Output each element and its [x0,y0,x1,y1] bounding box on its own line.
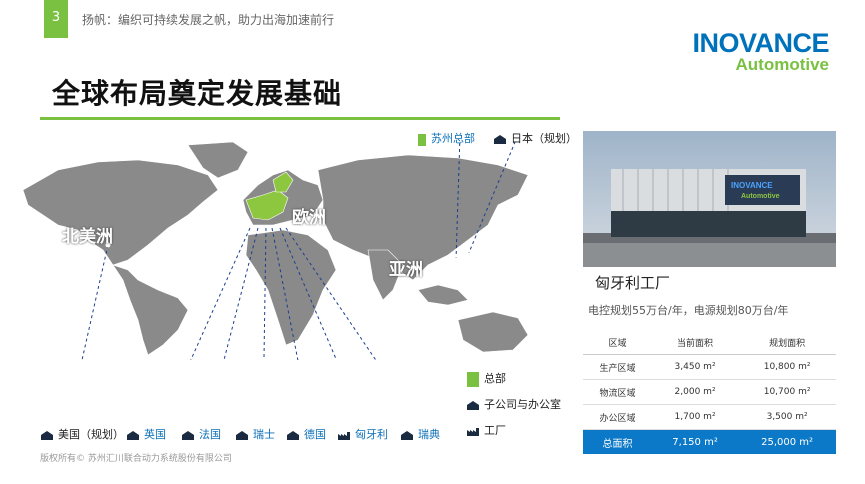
table-cell: 1,700 m² [651,404,739,430]
table-cell: 3,500 m² [738,404,836,430]
label-usa: 美国（规划） [40,426,124,442]
title-underline [40,117,560,120]
factory-icon [338,432,350,440]
office-icon [236,431,248,440]
slide-subtitle: 扬帆：编织可持续发展之帆，助力出海加速前行 [82,13,335,27]
table-cell: 7,150 m² [651,429,739,454]
slide-number: 3 [44,0,68,38]
southeast-asia-shape [417,284,469,306]
photo-sign-inovance: INOVANCE [731,181,773,190]
legend-hq: 总部 [466,370,506,387]
label-japan: 日本（规划） [493,130,577,146]
label-germany: 德国 [286,426,326,442]
office-icon [494,135,506,144]
col-header: 区域 [583,330,652,355]
col-header: 当前面积 [651,330,739,355]
route-uk [190,227,251,360]
factory-icon [467,428,479,436]
table-total-row: 总面积 7,150 m² 25,000 m² [583,429,836,454]
factory-name: 匈牙利工厂 [595,274,671,292]
legend-factory: 工厂 [466,422,506,438]
table-cell: 25,000 m² [738,429,836,454]
office-icon [127,431,139,440]
south-america-shape [112,264,189,356]
table-cell: 10,800 m² [738,354,836,380]
table-cell: 生产区域 [583,354,652,380]
table-cell: 2,000 m² [651,379,739,405]
dot-japan [465,252,471,258]
office-icon [467,401,479,410]
australia-shape [457,311,529,353]
office-icon [287,431,299,440]
table-row: 办公区域 1,700 m² 3,500 m² [583,404,836,430]
label-north-america: 北美洲 [62,227,113,247]
label-europe: 欧洲 [292,208,326,228]
page-title: 全球布局奠定发展基础 [52,77,343,110]
dot-hq [453,257,459,263]
label-asia: 亚洲 [389,260,423,280]
label-france: 法国 [181,426,221,442]
asia-shape [317,154,529,281]
label-uk: 英国 [126,426,166,442]
route-usa [81,244,109,360]
logo-automotive: Automotive [735,55,830,74]
label-switzerland: 瑞士 [235,426,275,442]
table-cell: 3,450 m² [651,354,739,380]
col-header: 规划面积 [738,330,836,355]
legend-subsidiary: 子公司与办公室 [466,396,561,412]
table-cell: 物流区域 [583,379,652,405]
north-america-shape [22,159,219,266]
world-map [22,140,529,360]
building-green-icon [418,133,426,146]
table-cell: 办公区域 [583,404,652,430]
photo-sign-automotive: Automotive [741,193,780,200]
table-cell: 总面积 [583,429,652,454]
label-suzhou-hq: 苏州总部 [417,130,475,146]
building-green-icon [467,372,479,387]
office-icon [182,431,194,440]
copyright-footer: 版权所有© 苏州汇川联合动力系统股份有限公司 [40,454,232,464]
factory-photo: INOVANCE Automotive [583,131,836,267]
table-row: 生产区域 3,450 m² 10,800 m² [583,354,836,380]
office-icon [401,431,413,440]
area-table: 区域 当前面积 规划面积 生产区域 3,450 m² 10,800 m² 物流区… [583,330,836,454]
table-cell: 10,700 m² [738,379,836,405]
table-row: 物流区域 2,000 m² 10,700 m² [583,379,836,405]
factory-description: 电控规划55万台/年，电源规划80万台/年 [588,304,789,317]
label-sweden: 瑞典 [400,426,440,442]
office-icon [41,431,53,440]
label-hungary: 匈牙利 [337,426,388,442]
